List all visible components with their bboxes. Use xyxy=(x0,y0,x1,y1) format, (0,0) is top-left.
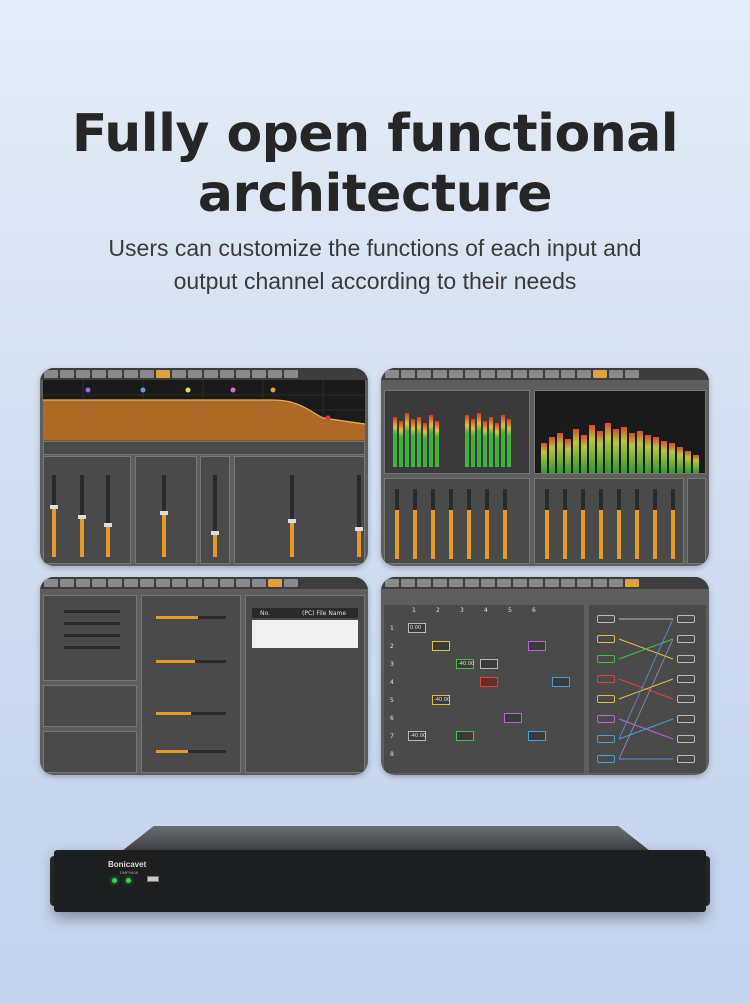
eq-curve-graph[interactable] xyxy=(43,380,365,440)
matrix-row-1: 1 xyxy=(390,625,394,632)
usb-port[interactable] xyxy=(147,876,159,882)
matrix-row-6: 6 xyxy=(390,715,394,722)
matrix-row-5: 5 xyxy=(390,697,394,704)
output-settings xyxy=(141,595,241,773)
matrix-col-2: 2 xyxy=(436,607,440,614)
subheadline-line-1: Users can customize the functions of eac… xyxy=(108,235,642,261)
no-label: No. xyxy=(260,610,270,617)
matrix-row-8: 8 xyxy=(390,751,394,758)
tab-bar xyxy=(40,577,368,589)
matrix-cell-1-1: 0.00 xyxy=(410,625,422,631)
headline-line-1: Fully open functional xyxy=(71,104,679,164)
delay-group xyxy=(200,456,230,564)
output-faders xyxy=(534,478,684,564)
subheadline-line-2: output channel according to their needs xyxy=(173,268,577,294)
tab-bar xyxy=(381,577,709,589)
matrix-grid[interactable]: 1 2 3 4 5 6 1 2 3 4 5 6 7 8 0.00 -40.00 … xyxy=(384,605,584,773)
dynamics-group xyxy=(135,456,197,564)
preset-list-header: No. (PC) File Name xyxy=(252,608,358,618)
matrix-cell-7-1: -40.00 xyxy=(410,733,427,739)
routing-diagram xyxy=(589,605,706,773)
matrix-col-5: 5 xyxy=(508,607,512,614)
eq-curve-screen xyxy=(40,368,368,566)
tab-bar xyxy=(381,368,709,380)
power-led xyxy=(112,878,117,883)
channel-settings-screen: No. (PC) File Name xyxy=(40,577,368,775)
matrix-col-1: 1 xyxy=(412,607,416,614)
matrix-col-6: 6 xyxy=(532,607,536,614)
routing-matrix-screen: 1 2 3 4 5 6 1 2 3 4 5 6 7 8 0.00 -40.00 … xyxy=(381,577,709,775)
input-faders xyxy=(384,478,530,564)
matrix-row-2: 2 xyxy=(390,643,394,650)
status-led xyxy=(126,878,131,883)
matrix-row-3: 3 xyxy=(390,661,394,668)
matrix-col-3: 3 xyxy=(460,607,464,614)
matrix-row-7: 7 xyxy=(390,733,394,740)
preset-settings: No. (PC) File Name xyxy=(245,595,365,773)
eq-band-controls xyxy=(43,441,365,455)
headline-line-2: architecture xyxy=(197,164,553,224)
channel-meters xyxy=(384,390,530,474)
headline: Fully open functional architecture xyxy=(0,104,750,224)
spectrum-analyzer xyxy=(534,390,706,474)
input-settings xyxy=(43,595,137,681)
level-meter-screen xyxy=(381,368,709,566)
dsp-processor-device: Bonicavet DMP0808 xyxy=(50,826,710,918)
link-settings xyxy=(43,731,137,773)
mute-settings xyxy=(43,685,137,727)
preset-list[interactable] xyxy=(252,620,358,648)
matrix-cell-3-3: -40.00 xyxy=(458,661,475,667)
master-fader xyxy=(687,478,706,564)
subheadline: Users can customize the functions of eac… xyxy=(40,232,710,298)
tab-bar xyxy=(40,368,368,380)
file-name-label: (PC) File Name xyxy=(302,610,347,617)
device-brand: Bonicavet xyxy=(108,860,147,869)
input-gain-group xyxy=(43,456,131,564)
filter-group xyxy=(234,456,365,564)
matrix-cell-5-2: -40.00 xyxy=(434,697,451,703)
matrix-row-4: 4 xyxy=(390,679,394,686)
device-top-cover xyxy=(122,826,650,851)
device-model: DMP0808 xyxy=(120,870,138,875)
matrix-col-4: 4 xyxy=(484,607,488,614)
